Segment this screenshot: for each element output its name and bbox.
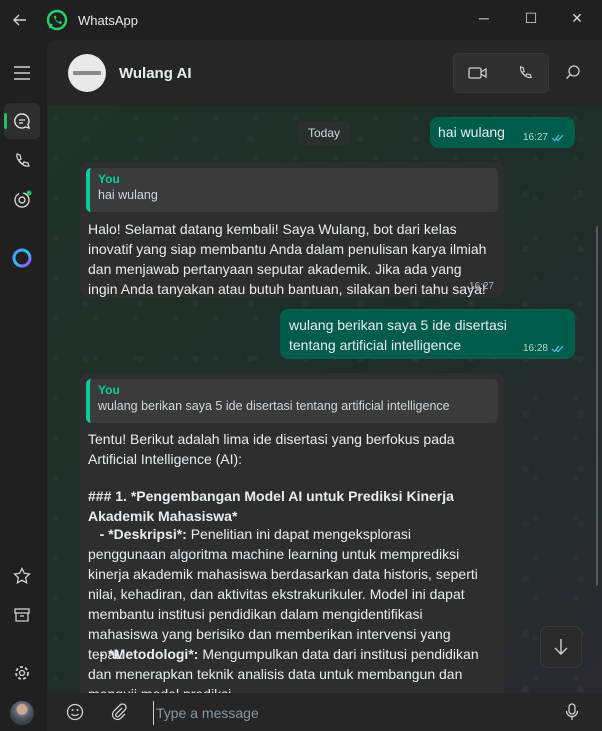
scrollbar[interactable] (596, 226, 598, 586)
contact-avatar[interactable] (68, 54, 106, 92)
quoted-message[interactable]: You wulang berikan saya 5 ide disertasi … (86, 379, 498, 423)
message-timestamp: 16:27 (523, 132, 565, 143)
message-bullet: - *Metodologi*: Mengumpulkan data dari i… (88, 644, 488, 693)
window-title: WhatsApp (78, 12, 138, 28)
minimize-button[interactable]: ─ (461, 0, 507, 36)
profile-avatar[interactable] (4, 695, 40, 731)
maximize-button[interactable]: ☐ (508, 0, 554, 36)
quoted-message[interactable]: You hai wulang (86, 168, 498, 212)
message-outgoing[interactable]: wulang berikan saya 5 ide disertasi tent… (280, 309, 575, 359)
starred-icon[interactable] (4, 558, 40, 594)
read-receipt-icon (551, 134, 564, 141)
close-button[interactable]: ✕ (554, 0, 600, 36)
quote-text: hai wulang (98, 188, 158, 202)
date-divider: Today (298, 121, 350, 145)
bullet-label: - *Metodologi*: (99, 646, 199, 662)
video-call-icon[interactable] (454, 54, 501, 92)
call-button-group (453, 53, 549, 93)
message-timestamp: 16:28 (523, 343, 565, 354)
voice-call-icon[interactable] (501, 54, 548, 92)
attach-icon[interactable] (101, 694, 137, 730)
message-intro: Tentu! Berikut adalah lima ide disertasi… (88, 431, 458, 467)
back-arrow-icon[interactable] (0, 0, 40, 40)
message-list[interactable]: Today hai wulang 16:27 You hai wulang Ha… (47, 106, 602, 693)
scroll-to-bottom-button[interactable] (540, 626, 582, 668)
microphone-icon[interactable] (554, 694, 590, 730)
active-indicator (4, 113, 7, 129)
quote-author: You (98, 383, 120, 397)
bullet-text: Penelitian ini dapat mengeksplorasi peng… (88, 526, 478, 662)
chat-header[interactable]: Wulang AI (47, 40, 602, 106)
message-heading: ### 1. *Pengembangan Model AI untuk Pred… (88, 488, 458, 524)
message-input[interactable] (153, 701, 558, 725)
message-timestamp: 16:27 (469, 281, 494, 292)
quote-author: You (98, 172, 120, 186)
message-time: 16:27 (468, 281, 494, 292)
message-incoming[interactable]: You wulang berikan saya 5 ide disertasi … (80, 373, 504, 693)
menu-icon[interactable] (4, 55, 40, 91)
message-incoming[interactable]: You hai wulang Halo! Selamat datang kemb… (80, 162, 504, 297)
message-bullet: - *Deskripsi*: Penelitian ini dapat meng… (88, 524, 488, 664)
title-bar: WhatsApp ─ ☐ ✕ (0, 0, 602, 40)
message-time: 16:27 (522, 132, 548, 143)
search-icon[interactable] (555, 54, 591, 90)
chats-icon[interactable] (4, 103, 40, 139)
arrow-down-icon (554, 639, 568, 655)
read-receipt-icon (551, 345, 564, 352)
calls-icon[interactable] (4, 143, 40, 179)
meta-ai-icon[interactable] (4, 240, 40, 276)
emoji-icon[interactable] (57, 694, 93, 730)
quote-text: wulang berikan saya 5 ide disertasi tent… (98, 399, 450, 413)
status-icon[interactable] (4, 182, 40, 218)
whatsapp-logo-icon (46, 9, 68, 31)
message-text: wulang berikan saya 5 ide disertasi tent… (289, 317, 511, 353)
archive-icon[interactable] (4, 597, 40, 633)
message-text: Halo! Selamat datang kembali! Saya Wulan… (88, 221, 491, 297)
message-composer (47, 693, 602, 731)
message-time: 16:28 (522, 343, 548, 354)
contact-name[interactable]: Wulang AI (119, 65, 192, 82)
settings-icon[interactable] (4, 655, 40, 691)
message-outgoing[interactable]: hai wulang 16:27 (430, 117, 575, 148)
sidebar (0, 40, 44, 731)
bullet-label: - *Deskripsi*: (99, 526, 187, 542)
